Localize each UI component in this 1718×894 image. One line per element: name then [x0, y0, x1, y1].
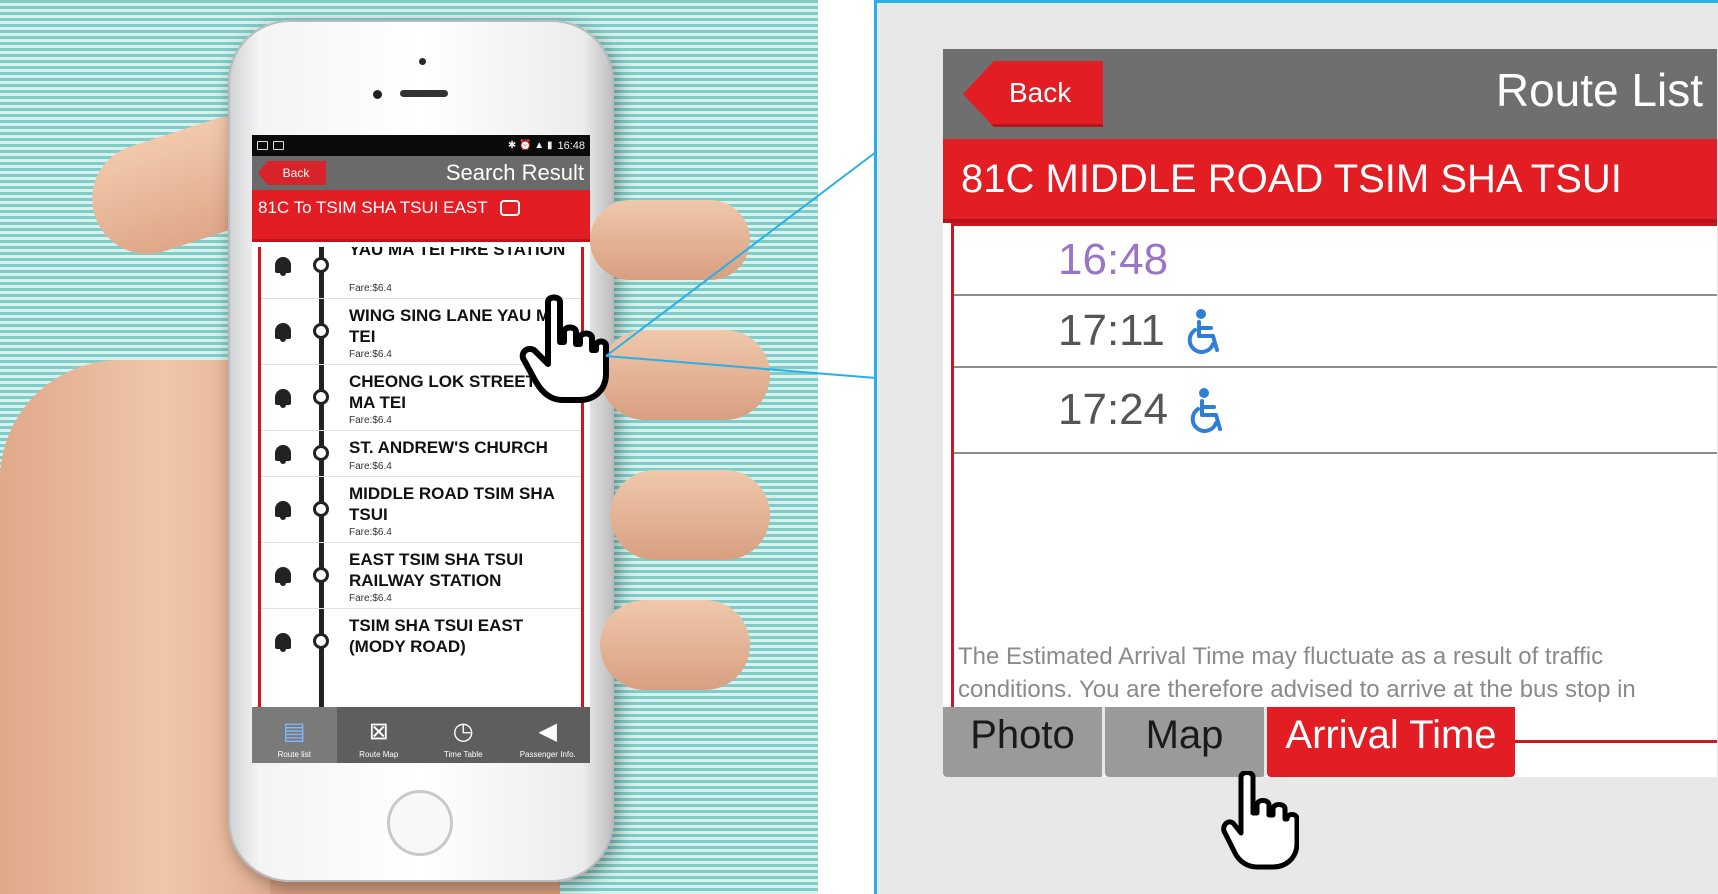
clipboard-icon: ▤	[282, 718, 306, 745]
list-item[interactable]: TSIM SHA TSUI EAST (MODY ROAD)	[261, 609, 581, 675]
phone-route-bar: 81C To TSIM SHA TSUI EAST	[252, 190, 590, 242]
page-title: Route List	[1495, 64, 1703, 116]
stop-node	[313, 445, 329, 461]
stop-fare: Fare:$6.4	[349, 527, 392, 538]
stop-node	[313, 389, 329, 405]
arrival-row: 17:24	[954, 368, 1717, 454]
status-time: 16:48	[557, 139, 585, 152]
bell-icon[interactable]	[273, 631, 293, 653]
stop-name: MIDDLE ROAD TSIM SHA TSUI	[349, 484, 555, 524]
stop-node	[313, 633, 329, 649]
home-button[interactable]	[387, 790, 453, 856]
arrival-time-list: 16:48 17:11 17:24 The Estimated Arrival …	[951, 223, 1717, 743]
tab-route-map[interactable]: ⊠ Route Map	[337, 707, 422, 763]
stop-fare: Fare:$6.4	[349, 415, 392, 426]
tab-label: Passenger Info.	[519, 750, 576, 759]
status-icons: ✱ ⏰ ▲ ▮	[507, 140, 553, 151]
bell-icon[interactable]	[273, 255, 293, 277]
stop-node	[313, 323, 329, 339]
route-map-icon: ⊠	[368, 718, 389, 745]
stop-node	[313, 257, 329, 273]
stop-fare: Fare:$6.4	[349, 461, 392, 472]
status-right: ✱ ⏰ ▲ ▮ 16:48	[508, 140, 585, 152]
zoom-header: Back Route List	[943, 49, 1717, 139]
bell-icon[interactable]	[273, 321, 293, 343]
bell-icon[interactable]	[273, 443, 293, 465]
tab-arrival-time[interactable]: Arrival Time	[1267, 707, 1515, 777]
hand-finger	[610, 470, 770, 560]
earpiece-speaker	[400, 90, 448, 97]
arrival-row: 16:48	[954, 226, 1717, 296]
stop-name: ST. ANDREW'S CHURCH	[349, 438, 548, 457]
image-notification-icon	[257, 141, 268, 150]
bell-icon[interactable]	[273, 499, 293, 521]
list-item[interactable]: ST. ANDREW'S CHURCH Fare:$6.4	[261, 431, 581, 477]
front-camera	[373, 90, 382, 99]
mail-notification-icon	[273, 141, 284, 150]
tab-passenger-info[interactable]: ◀ Passenger Info.	[506, 707, 591, 763]
tab-route-list[interactable]: ▤ Route list	[252, 707, 337, 763]
tab-label: Route Map	[359, 750, 399, 759]
clock-icon: ◷	[452, 718, 474, 745]
route-switch-icon[interactable]	[499, 200, 520, 216]
phone-page-title: Search Result	[445, 160, 584, 185]
phone-device: ✱ ⏰ ▲ ▮ 16:48 Back Search Result 81C To …	[228, 20, 614, 882]
status-bar: ✱ ⏰ ▲ ▮ 16:48	[252, 135, 590, 156]
tab-label: Route list	[277, 750, 311, 759]
phone-header: Back Search Result	[252, 156, 590, 190]
zoom-tab-bar: Photo Map Arrival Time	[943, 707, 1717, 777]
tab-photo[interactable]: Photo	[943, 707, 1105, 777]
tab-time-table[interactable]: ◷ Time Table	[421, 707, 506, 763]
zoom-panel: Back Route List 81C MIDDLE ROAD TSIM SHA…	[874, 0, 1718, 894]
bell-icon[interactable]	[273, 565, 293, 587]
phone-back-button[interactable]: Back	[258, 161, 326, 185]
arrival-time: 17:11	[1058, 306, 1165, 355]
arrival-time: 17:24	[1058, 385, 1169, 434]
arrival-row: 17:11	[954, 296, 1717, 368]
wheelchair-icon	[1187, 309, 1219, 354]
hand-finger	[600, 600, 750, 690]
stop-fare: Fare:$6.4	[349, 593, 392, 604]
list-item[interactable]: YAU MA TEI FIRE STATION Fare:$6.4	[261, 247, 581, 299]
bell-icon[interactable]	[273, 387, 293, 409]
zoomed-app-screen: Back Route List 81C MIDDLE ROAD TSIM SHA…	[943, 49, 1717, 777]
stop-fare: Fare:$6.4	[349, 283, 392, 294]
phone-screen: ✱ ⏰ ▲ ▮ 16:48 Back Search Result 81C To …	[252, 135, 590, 763]
hand-finger	[600, 330, 770, 420]
tap-pointer-icon	[1221, 771, 1299, 870]
tab-label: Time Table	[443, 750, 483, 759]
arrival-time: 16:48	[1058, 235, 1169, 284]
stop-node	[313, 501, 329, 517]
sensor-dot	[419, 58, 426, 65]
tab-map[interactable]: Map	[1105, 707, 1267, 777]
promo-stage: ✱ ⏰ ▲ ▮ 16:48 Back Search Result 81C To …	[0, 0, 1718, 894]
stop-fare: Fare:$6.4	[349, 349, 392, 360]
stop-name: EAST TSIM SHA TSUI RAILWAY STATION	[349, 550, 524, 590]
phone-route-header: 81C To TSIM SHA TSUI EAST	[258, 198, 488, 217]
list-item[interactable]: MIDDLE ROAD TSIM SHA TSUI Fare:$6.4	[261, 477, 581, 543]
stop-name: TSIM SHA TSUI EAST (MODY ROAD)	[349, 616, 524, 656]
route-title-bar: 81C MIDDLE ROAD TSIM SHA TSUI	[943, 139, 1717, 223]
stop-node	[313, 567, 329, 583]
phone-tab-bar: ▤ Route list ⊠ Route Map ◷ Time Table ◀ …	[252, 707, 590, 763]
megaphone-icon: ◀	[538, 718, 557, 745]
back-button[interactable]: Back	[963, 61, 1103, 127]
list-item[interactable]: EAST TSIM SHA TSUI RAILWAY STATION Fare:…	[261, 543, 581, 609]
stop-name: YAU MA TEI FIRE STATION	[349, 247, 566, 259]
wheelchair-icon	[1190, 388, 1223, 433]
hand-finger	[590, 200, 750, 280]
tap-pointer-icon	[519, 294, 609, 403]
notification-icons	[257, 141, 284, 150]
